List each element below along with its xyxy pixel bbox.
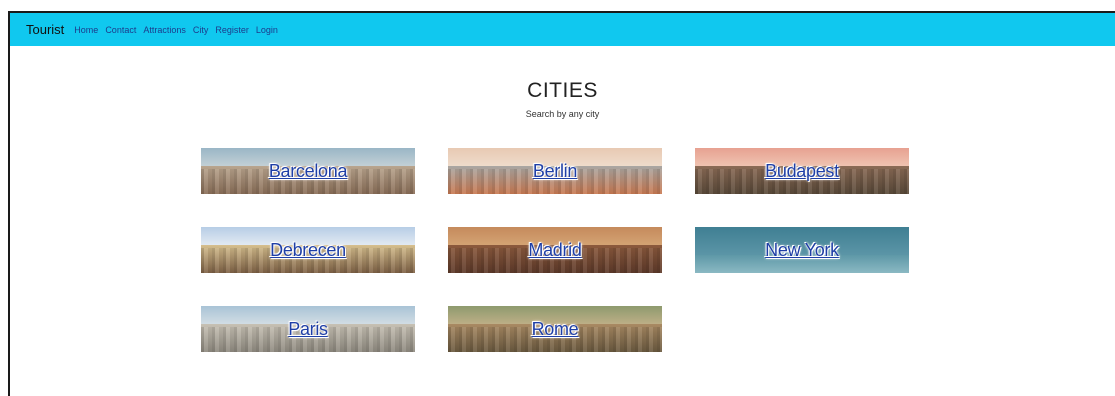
city-link-paris[interactable]: Paris: [288, 319, 328, 340]
city-link-new-york[interactable]: New York: [765, 240, 839, 261]
city-grid: Barcelona Berlin Budapest Debrecen Madri…: [201, 148, 909, 352]
city-link-madrid[interactable]: Madrid: [528, 240, 582, 261]
nav-link-home[interactable]: Home: [74, 25, 98, 35]
nav-link-city[interactable]: City: [193, 25, 209, 35]
city-card-berlin[interactable]: Berlin: [448, 148, 662, 194]
city-card-rome[interactable]: Rome: [448, 306, 662, 352]
page-title: CITIES: [527, 79, 598, 102]
city-card-paris[interactable]: Paris: [201, 306, 415, 352]
city-card-madrid[interactable]: Madrid: [448, 227, 662, 273]
city-link-debrecen[interactable]: Debrecen: [270, 240, 346, 261]
city-card-barcelona[interactable]: Barcelona: [201, 148, 415, 194]
nav-link-attractions[interactable]: Attractions: [143, 25, 186, 35]
city-link-berlin[interactable]: Berlin: [533, 161, 578, 182]
nav-link-register[interactable]: Register: [215, 25, 249, 35]
nav-link-contact[interactable]: Contact: [105, 25, 136, 35]
city-link-barcelona[interactable]: Barcelona: [269, 161, 348, 182]
city-link-budapest[interactable]: Budapest: [765, 161, 839, 182]
nav-link-login[interactable]: Login: [256, 25, 278, 35]
page-subtitle: Search by any city: [525, 109, 600, 119]
page-header: CITIES Search by any city: [10, 79, 1115, 119]
top-navbar: Tourist Home Contact Attractions City Re…: [10, 13, 1115, 46]
city-card-debrecen[interactable]: Debrecen: [201, 227, 415, 273]
brand-logo[interactable]: Tourist: [26, 22, 64, 37]
city-card-new-york[interactable]: New York: [695, 227, 909, 273]
city-link-rome[interactable]: Rome: [532, 319, 579, 340]
city-card-budapest[interactable]: Budapest: [695, 148, 909, 194]
